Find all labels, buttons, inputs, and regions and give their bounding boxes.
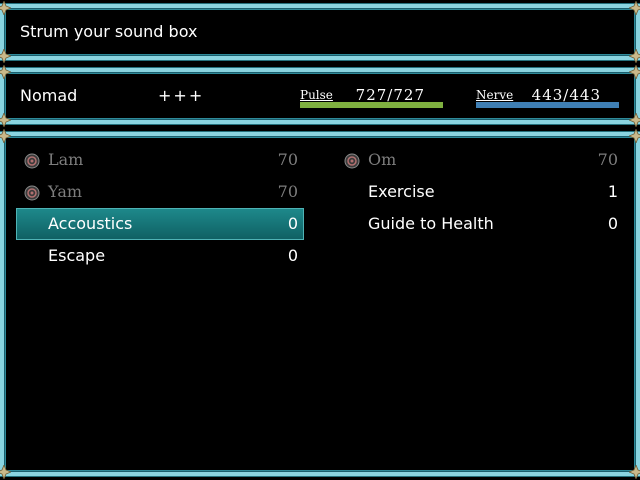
seal-icon (344, 153, 360, 169)
nerve-label: Nerve (476, 88, 514, 102)
skill-name: Lam (48, 150, 84, 169)
corner-ornament-icon (0, 1, 11, 15)
corner-ornament-icon (629, 1, 640, 15)
skill-cost: 1 (607, 182, 618, 201)
skill-cost: 70 (277, 182, 298, 201)
skill-cost: 0 (607, 214, 618, 233)
pulse-value: 727/727 (355, 86, 425, 104)
skill-cost: 0 (287, 246, 298, 265)
actor-name: Nomad (20, 86, 78, 105)
skill-item-guide-to-health[interactable]: Guide to Health 0 (336, 208, 624, 240)
skill-cost: 70 (597, 150, 618, 169)
skill-item-yam[interactable]: Yam 70 (16, 176, 304, 208)
corner-ornament-icon (0, 49, 11, 63)
corner-ornament-icon (629, 65, 640, 79)
skill-item-exercise[interactable]: Exercise 1 (336, 176, 624, 208)
skill-name: Escape (48, 246, 106, 265)
nerve-gauge: Nerve 443/443 (476, 86, 619, 108)
help-text: Strum your sound box (20, 22, 198, 41)
skill-item-om[interactable]: Om 70 (336, 144, 624, 176)
corner-ornament-icon (629, 113, 640, 127)
actor-state: +++ (158, 86, 205, 105)
pulse-label: Pulse (300, 88, 333, 102)
nerve-value: 443/443 (531, 86, 601, 104)
corner-ornament-icon (629, 465, 640, 479)
skill-name: Accoustics (48, 214, 133, 233)
skill-name: Yam (48, 182, 83, 201)
skill-name: Om (368, 150, 397, 169)
corner-ornament-icon (0, 113, 11, 127)
skill-cost: 0 (287, 214, 298, 233)
seal-icon (24, 185, 40, 201)
skill-item-lam[interactable]: Lam 70 (16, 144, 304, 176)
corner-ornament-icon (0, 465, 11, 479)
corner-ornament-icon (629, 49, 640, 63)
skill-name: Guide to Health (368, 214, 494, 233)
corner-ornament-icon (0, 129, 11, 143)
skill-name: Exercise (368, 182, 435, 201)
skill-cost: 70 (277, 150, 298, 169)
corner-ornament-icon (629, 129, 640, 143)
corner-ornament-icon (0, 65, 11, 79)
pulse-gauge: Pulse 727/727 (300, 86, 443, 108)
skill-item-escape[interactable]: Escape 0 (16, 240, 304, 272)
seal-icon (24, 153, 40, 169)
skill-item-accoustics[interactable]: Accoustics 0 (16, 208, 304, 240)
